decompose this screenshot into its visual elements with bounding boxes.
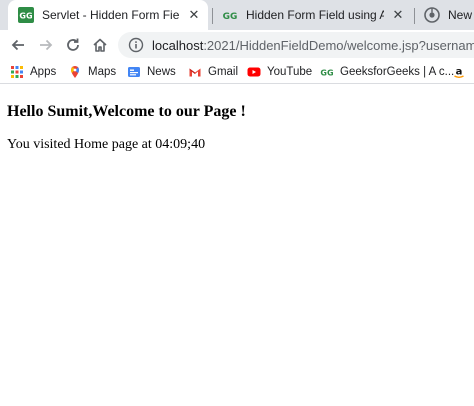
tab-new-tab[interactable]: New T [420,0,474,30]
bookmark-youtube[interactable]: YouTube [247,63,312,81]
gfg-icon: GG [222,7,238,23]
tab-title: New T [448,8,474,22]
bookmark-label: YouTube [267,66,313,78]
svg-text:GG: GG [320,69,333,78]
welcome-heading: Hello Sumit,Welcome to our Page ! [7,103,246,120]
info-icon[interactable] [128,37,144,53]
tab-hidden-form-field-annotation[interactable]: GG Hidden Form Field using Annota ✕ [216,0,412,30]
tab-separator [414,8,415,24]
arrow-left-icon [11,39,24,51]
bookmark-label: GeeksforGeeks | A c... [340,66,455,78]
svg-text:GG: GG [223,12,238,22]
tab-strip: GG Servlet - Hidden Form Field - Wr ✕ GG… [0,0,474,30]
page-content: Hello Sumit,Welcome to our Page ! You vi… [0,85,474,406]
home-button[interactable] [88,33,112,57]
url-text[interactable]: localhost:2021/HiddenFieldDemo/welcome.j… [152,38,474,53]
tab-title: Hidden Form Field using Annota [246,8,384,22]
url-path: :2021/HiddenFieldDemo/welcome.jsp?userna… [203,37,474,53]
url-host: localhost [152,37,204,53]
gfg-icon: GG [18,7,34,23]
gfg-icon: GG [320,65,334,79]
tab-title: Servlet - Hidden Form Field - Wr [42,8,180,22]
close-tab-icon[interactable]: ✕ [390,7,406,23]
reload-icon [67,38,79,51]
bookmark-label: Maps [88,66,117,78]
chrome-icon [424,7,440,23]
gmail-icon [188,65,202,79]
maps-pin-icon [68,65,82,79]
forward-button[interactable] [34,33,58,57]
reload-button[interactable] [61,33,85,57]
bookmark-amazon[interactable]: a [452,63,472,81]
home-icon [93,38,107,52]
browser-toolbar: localhost:2021/HiddenFieldDemo/welcome.j… [0,30,474,60]
visit-time-text: You visited Home page at 04:09;40 [7,137,206,152]
bookmark-gmail[interactable]: Gmail [188,63,238,81]
bookmark-maps[interactable]: Maps [68,63,116,81]
bookmark-label: Apps [30,66,57,78]
apps-grid-icon [10,65,24,79]
tab-servlet-hidden-form-field[interactable]: GG Servlet - Hidden Form Field - Wr ✕ [8,0,208,30]
bookmark-news[interactable]: News [127,63,176,81]
bookmark-apps[interactable]: Apps [10,63,56,81]
amazon-icon: a [452,65,466,79]
news-icon [127,65,141,79]
bookmark-label: Gmail [208,66,239,78]
address-bar[interactable]: localhost:2021/HiddenFieldDemo/welcome.j… [118,32,474,58]
arrow-right-icon [40,39,53,51]
svg-text:a: a [456,67,463,78]
bookmarks-bar: Apps Maps News Gmail YouTube GG Geeksfor… [0,60,474,84]
bookmark-label: News [147,66,176,78]
tab-separator [212,8,213,24]
close-tab-icon[interactable]: ✕ [186,7,202,23]
youtube-icon [247,65,261,79]
bookmark-geeksforgeeks[interactable]: GG GeeksforGeeks | A c... [320,63,454,81]
back-button[interactable] [6,33,30,57]
svg-text:GG: GG [19,12,32,21]
